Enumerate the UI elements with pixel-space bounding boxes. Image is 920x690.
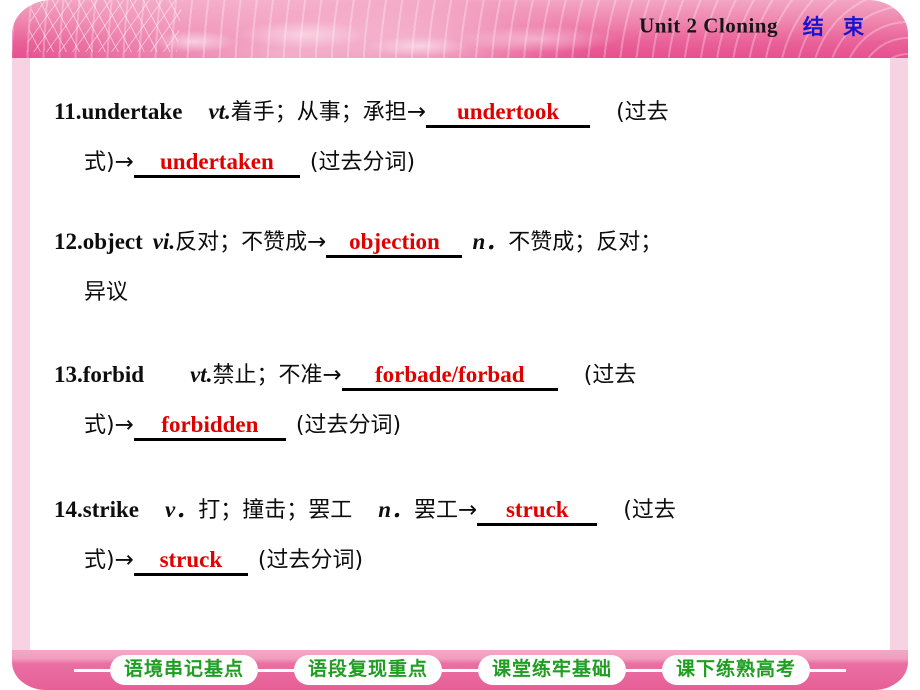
nav-tab-passage-review[interactable]: 语段复现重点: [293, 654, 442, 686]
nav-connector-line: [626, 668, 663, 672]
entry-14-tense-label-b: 式): [84, 548, 115, 574]
entry-11-arrow-2: →: [114, 149, 134, 176]
page-title: Unit 2 Cloning: [639, 13, 778, 38]
entry-13-line-2: 式)→ forbidden (过去分词): [54, 412, 874, 442]
entry-13-arrow: →: [322, 362, 342, 388]
entry-12-line-1: 12.object vi.反对；不赞成→ objection n．不赞成；反对；: [54, 229, 874, 259]
entry-14-line-1: 14.strike v．打；撞击；罢工 n．罢工→ struck (过去: [54, 497, 874, 527]
entry-11-pos: vt.: [208, 99, 231, 124]
entry-12-pos: vi.: [152, 229, 176, 254]
footer-nav-inner: 语境串记基点 语段复现重点 课堂练牢基础 课下练熟高考: [12, 650, 908, 690]
entry-13-number: 13.: [54, 362, 83, 387]
entry-12-meaning: 反对；不赞成: [175, 230, 308, 255]
entry-13-participle-label: (过去分词): [295, 413, 402, 439]
entry-14-meaning: 打；撞击；罢工: [198, 498, 353, 523]
nav-connector-line: [257, 668, 294, 672]
entry-14-number: 14.: [54, 497, 83, 522]
vocab-entry-13: 13.forbid vt.禁止；不准→ forbade/forbad (过去 式)→ f…: [54, 362, 874, 442]
nav-tab-class-practice[interactable]: 课堂练牢基础: [478, 654, 627, 686]
content-area: 11.undertake vt.着手；从事；承担→ undertook (过去 式)→…: [30, 58, 890, 640]
entry-13-tense-label-b: 式): [84, 413, 115, 439]
left-rail-decoration: [12, 58, 30, 650]
entry-14-meaning-2: 罢工: [414, 498, 459, 523]
nav-connector-line: [73, 668, 110, 672]
entry-12-meaning-cont: 异议: [84, 280, 129, 306]
entry-13-tense-label-a: (过去: [583, 363, 637, 388]
nav-tab-homework-exam[interactable]: 课下练熟高考: [662, 654, 811, 686]
entry-11-answer-past[interactable]: undertook: [426, 99, 591, 129]
nav-connector-line: [442, 668, 478, 672]
entry-12-line-2: 异议: [54, 280, 874, 304]
entry-14-line-2: 式)→ struck (过去分词): [54, 547, 874, 577]
entry-12-number: 12.: [54, 229, 83, 254]
entry-11-answer-participle[interactable]: undertaken: [133, 150, 300, 179]
entry-14-tense-label-a: (过去: [623, 498, 676, 523]
vocab-entry-11: 11.undertake vt.着手；从事；承担→ undertook (过去 式)→…: [54, 99, 874, 179]
entry-14-pos-2: n．: [378, 497, 414, 522]
entry-11-tense-label-b: 式): [84, 150, 115, 176]
entry-12-pos-2: n．: [472, 229, 509, 254]
nav-connector-line: [810, 668, 847, 672]
end-button[interactable]: 结 束: [803, 11, 870, 41]
entry-14-pos: v．: [164, 497, 199, 522]
entry-14-arrow-2: →: [114, 547, 134, 574]
entry-12-meaning-2: 不赞成；反对；: [508, 230, 663, 255]
entry-11-number: 11.: [54, 99, 82, 124]
entry-14-word: strike: [82, 497, 139, 522]
entry-13-line-1: 13.forbid vt.禁止；不准→ forbade/forbad (过去: [54, 362, 874, 392]
header-banner: Unit 2 Cloning 结 束: [12, 0, 908, 58]
footer-nav-bar: 语境串记基点 语段复现重点 课堂练牢基础 课下练熟高考: [12, 650, 908, 690]
entry-13-answer-past[interactable]: forbade/forbad: [341, 362, 558, 392]
entry-13-arrow-2: →: [114, 412, 134, 439]
entry-12-word: object: [82, 229, 143, 254]
nav-tab-contextual-memory[interactable]: 语境串记基点: [109, 654, 258, 686]
entry-13-answer-participle[interactable]: forbidden: [133, 413, 286, 442]
entry-11-line-2: 式)→ undertaken (过去分词): [54, 149, 874, 179]
slide-root: Unit 2 Cloning 结 束 11.undertake vt.着手；从事；…: [0, 0, 920, 690]
entry-11-arrow: →: [406, 99, 427, 125]
entry-13-word: forbid: [82, 362, 145, 387]
entry-13-meaning: 禁止；不准: [212, 363, 323, 388]
entry-11-tense-label-a: (过去: [616, 100, 669, 125]
right-rail-decoration: [890, 58, 908, 650]
entry-11-word: undertake: [81, 99, 183, 124]
entry-14-arrow: →: [458, 497, 478, 523]
entry-14-participle-label: (过去分词): [257, 548, 364, 574]
entry-12-answer-noun[interactable]: objection: [326, 229, 463, 259]
entry-11-meaning: 着手；从事；承担: [230, 100, 407, 125]
entry-11-participle-label: (过去分词): [309, 150, 416, 176]
entry-14-answer-past[interactable]: struck: [477, 497, 598, 527]
entry-13-pos: vt.: [190, 362, 213, 387]
entry-14-answer-participle[interactable]: struck: [133, 548, 248, 577]
vocab-entry-14: 14.strike v．打；撞击；罢工 n．罢工→ struck (过去 式)→ stru…: [54, 497, 874, 577]
entry-12-arrow: →: [307, 229, 327, 255]
vocab-entry-12: 12.object vi.反对；不赞成→ objection n．不赞成；反对； 异议: [54, 229, 874, 304]
header-map-decoration: [132, 14, 652, 58]
entry-11-line-1: 11.undertake vt.着手；从事；承担→ undertook (过去: [54, 99, 874, 129]
